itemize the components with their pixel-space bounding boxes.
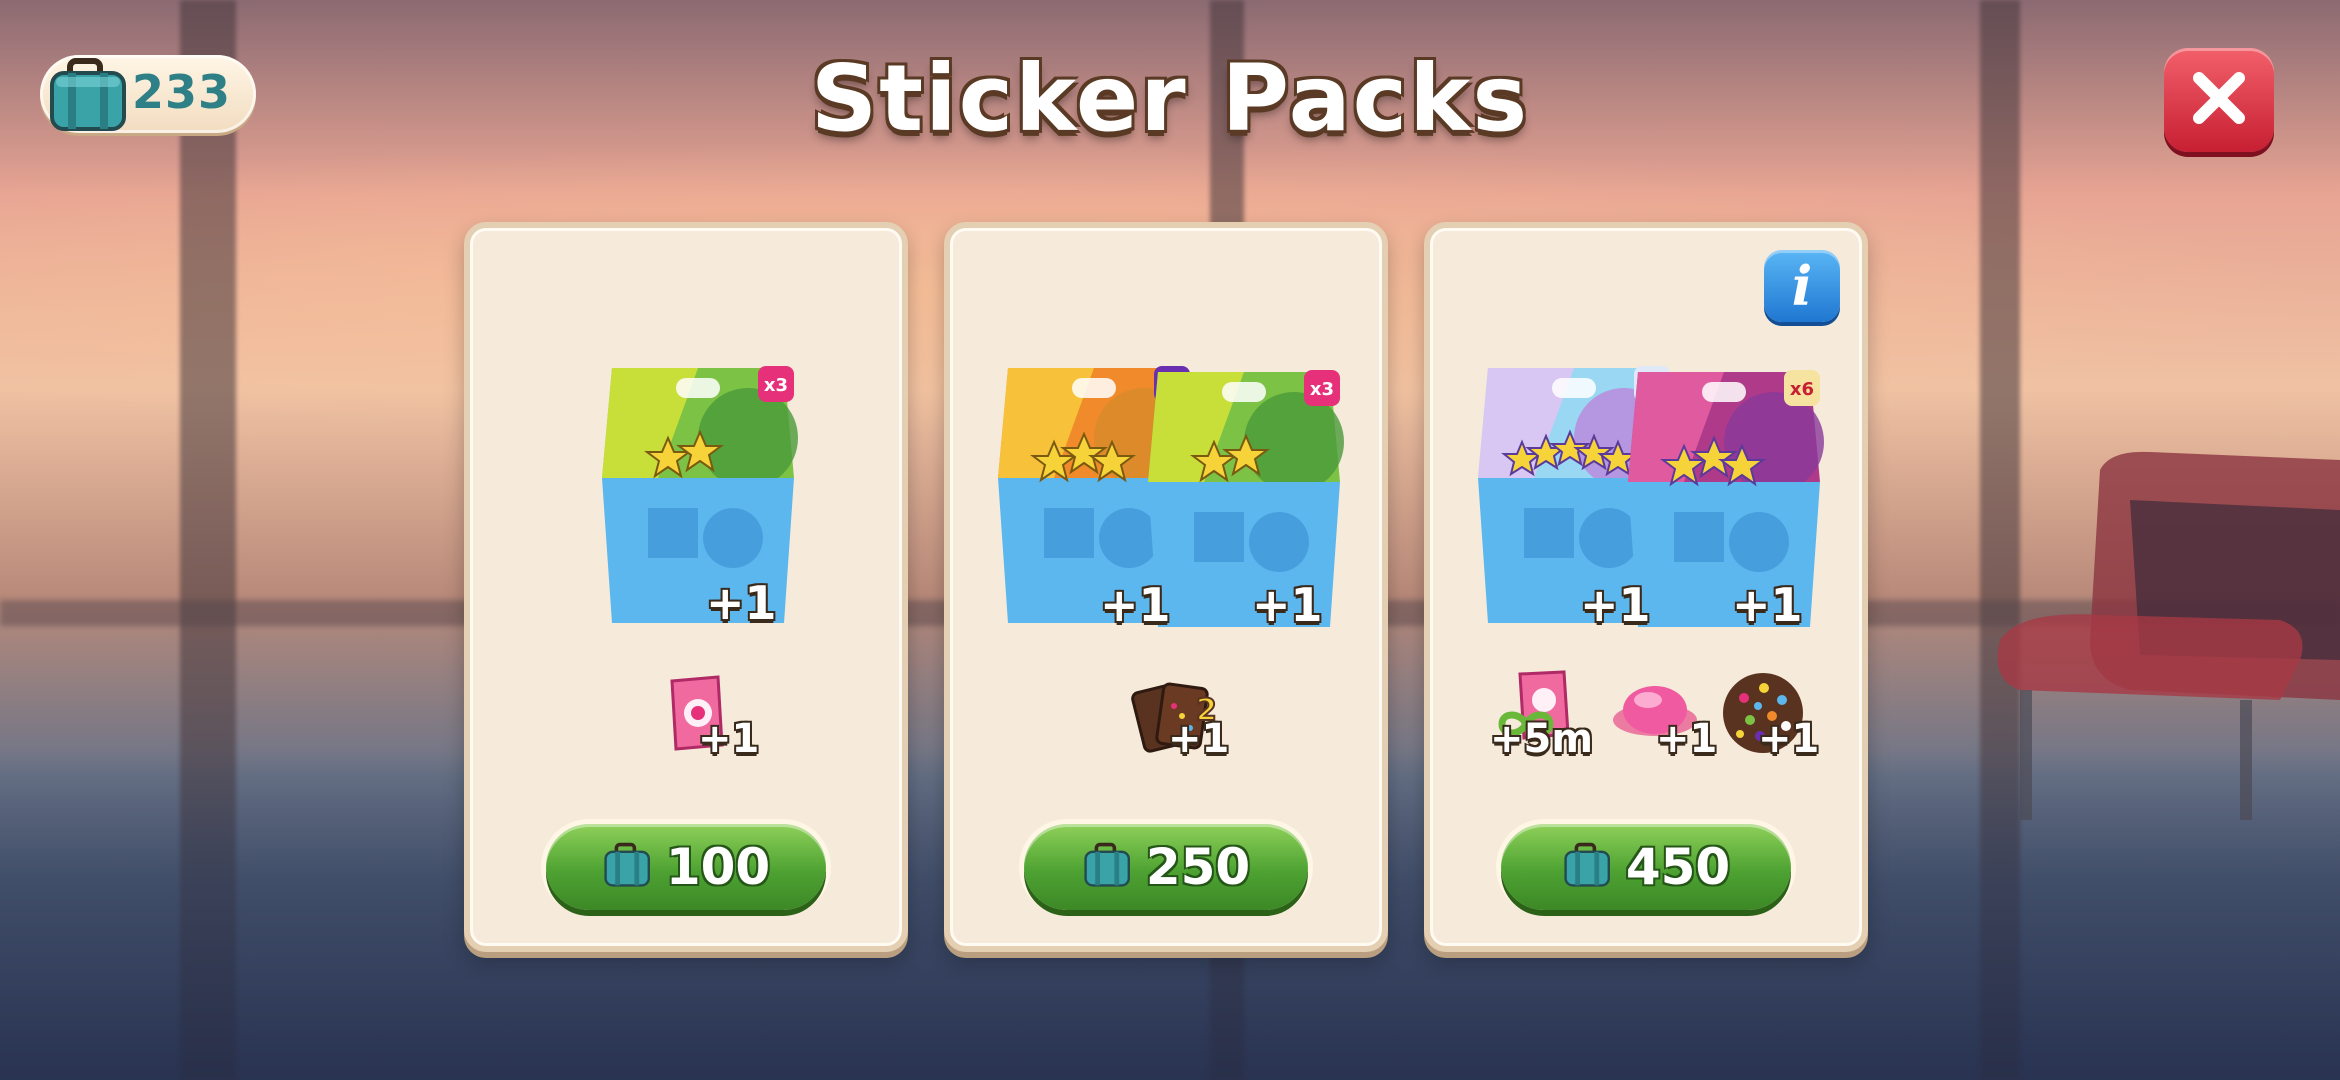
offer-card-large: i x6 x6 [1424,222,1868,952]
price-label: 450 [1625,838,1731,896]
suitcase-icon [1562,838,1616,896]
pack-quantity: +1 [1100,578,1171,632]
price-label: 100 [665,838,771,896]
pack-quantity: +1 [1732,578,1803,632]
bonus-quantity: +1 [698,716,760,762]
pack-quantity: +1 [706,576,777,630]
svg-text:x6: x6 [1790,379,1814,400]
info-button[interactable]: i [1764,250,1840,322]
page-title: Sticker Packs [810,45,1530,152]
svg-text:x3: x3 [1310,379,1334,400]
close-icon [2187,66,2251,134]
bonus-quantity: +1 [1758,716,1820,762]
suitcase-icon [1082,838,1136,896]
pack-quantity: +1 [1252,578,1323,632]
suitcase-icon [602,838,656,896]
close-button[interactable] [2164,48,2274,152]
bonus-quantity: +1 [1168,716,1230,762]
price-label: 250 [1145,838,1251,896]
airport-chair [1997,451,2340,820]
pack-quantity: +1 [1580,578,1651,632]
offer-card-medium: x4 x3 +1 +1 2 +1 [944,222,1388,952]
buy-button-100[interactable]: 100 [546,824,826,910]
buy-button-250[interactable]: 250 [1024,824,1308,910]
bonus-quantity: +1 [1656,716,1718,762]
buy-button-450[interactable]: 450 [1501,824,1791,910]
bonus-quantity: +5m [1490,716,1594,762]
svg-text:x3: x3 [764,375,788,396]
offer-card-small: x3 +1 +1 100 [464,222,908,952]
